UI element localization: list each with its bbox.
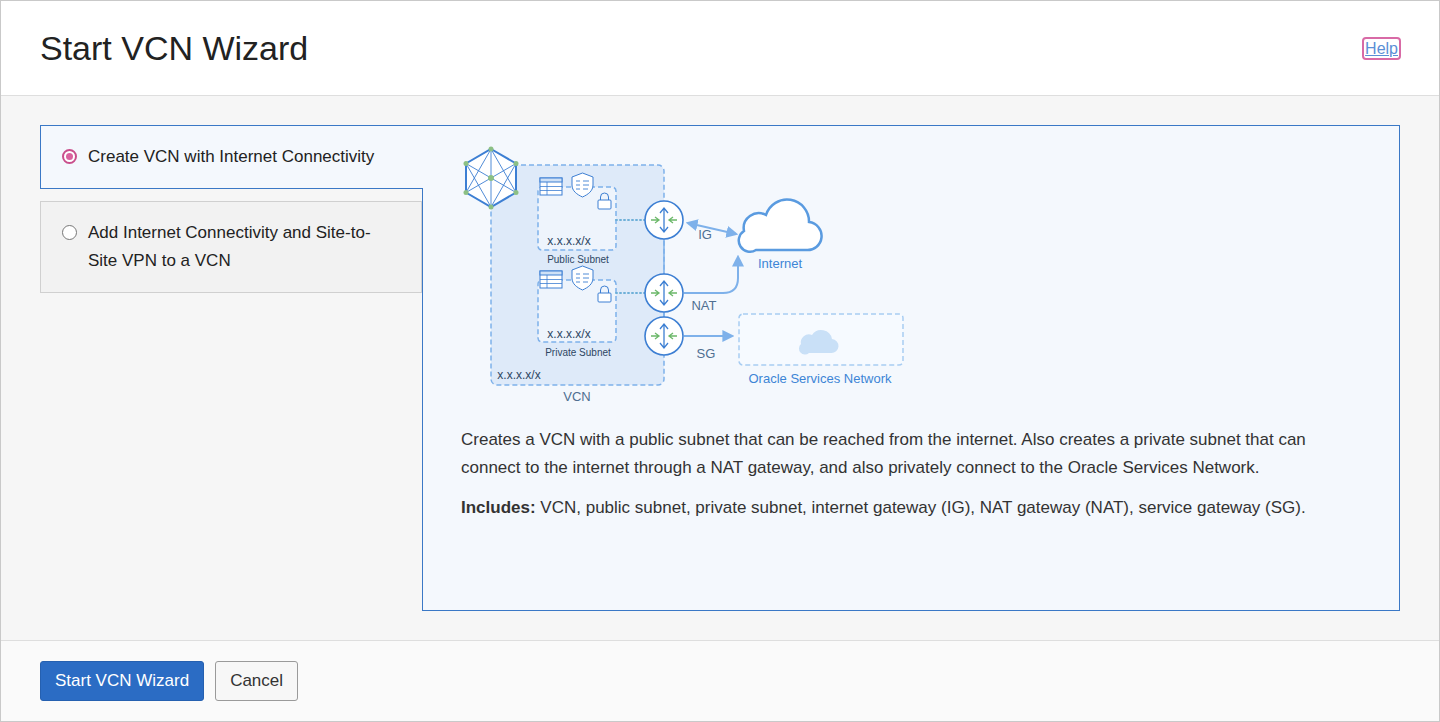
- private-subnet-icons: [540, 266, 611, 302]
- includes-list: VCN, public subnet, private subnet, inte…: [540, 498, 1305, 517]
- start-wizard-button[interactable]: Start VCN Wizard: [40, 661, 204, 701]
- option-list: Create VCN with Internet Connectivity Ad…: [40, 125, 422, 293]
- dialog-title: Start VCN Wizard: [40, 26, 308, 70]
- radio-dot: [66, 153, 73, 160]
- nat-arrow: [684, 257, 738, 293]
- gateway-label: IG: [698, 227, 712, 242]
- ig-arrow: [688, 223, 736, 234]
- vcn-cidr: x.x.x.x/x: [497, 368, 540, 382]
- service-gateway-icon: [645, 317, 683, 355]
- gateway-label: SG: [697, 346, 716, 361]
- option-label: Create VCN with Internet Connectivity: [88, 143, 396, 171]
- services-cloud-icon: [799, 330, 839, 354]
- vcn-diagram: x.x.x.x/x Public Subnet x.x.x.x/x Privat…: [461, 145, 911, 410]
- security-list-icon: [572, 173, 593, 197]
- wizard-dialog: Start VCN Wizard Help Create VCN with In…: [0, 0, 1440, 722]
- route-table-icon: [540, 178, 562, 195]
- option-card[interactable]: Add Internet Connectivity and Site-to-Si…: [40, 201, 422, 293]
- internet-gateway-icon: [645, 201, 683, 239]
- private-subnet-box: [538, 280, 616, 342]
- vcn-icon: [464, 147, 519, 210]
- includes-label: Includes:: [461, 498, 536, 517]
- services-network-box: [739, 314, 903, 365]
- dialog-header: Start VCN Wizard Help: [1, 1, 1439, 96]
- vcn-area: [491, 165, 664, 385]
- radio-button[interactable]: [62, 225, 77, 240]
- dialog-body: Create VCN with Internet Connectivity Ad…: [1, 96, 1439, 640]
- lock-icon: [598, 193, 611, 209]
- option-label: Add Internet Connectivity and Site-to-Si…: [88, 219, 396, 275]
- sg-arrow: [684, 335, 732, 337]
- vcn-label: VCN: [563, 389, 590, 404]
- help-link[interactable]: Help: [1362, 37, 1401, 60]
- option-card[interactable]: Create VCN with Internet Connectivity: [40, 125, 423, 189]
- cancel-button[interactable]: Cancel: [215, 661, 298, 701]
- gateway-label: NAT: [691, 298, 716, 313]
- option-detail-panel: x.x.x.x/x Public Subnet x.x.x.x/x Privat…: [422, 125, 1400, 611]
- internet-label: Internet: [758, 256, 802, 271]
- services-network-label: Oracle Services Network: [748, 371, 891, 386]
- route-table-icon: [540, 271, 562, 288]
- dialog-footer: Start VCN Wizard Cancel: [1, 640, 1439, 721]
- subnet-cidr: x.x.x.x/x: [547, 234, 590, 248]
- internet-cloud-icon: [739, 200, 822, 252]
- subnet-label: Private Subnet: [545, 347, 611, 359]
- includes-text: Includes: VCN, public subnet, private su…: [461, 494, 1365, 522]
- subnet-label: Public Subnet: [547, 254, 609, 266]
- nat-gateway-icon: [645, 274, 683, 312]
- public-subnet-icons: [540, 173, 611, 209]
- security-list-icon: [572, 266, 593, 290]
- button-label: Start VCN Wizard: [55, 671, 189, 690]
- lock-icon: [598, 286, 611, 302]
- option-description: Creates a VCN with a public subnet that …: [461, 426, 1365, 482]
- radio-button[interactable]: [62, 149, 77, 164]
- subnet-cidr: x.x.x.x/x: [547, 327, 590, 341]
- public-subnet-box: [538, 187, 616, 250]
- button-label: Cancel: [230, 671, 283, 690]
